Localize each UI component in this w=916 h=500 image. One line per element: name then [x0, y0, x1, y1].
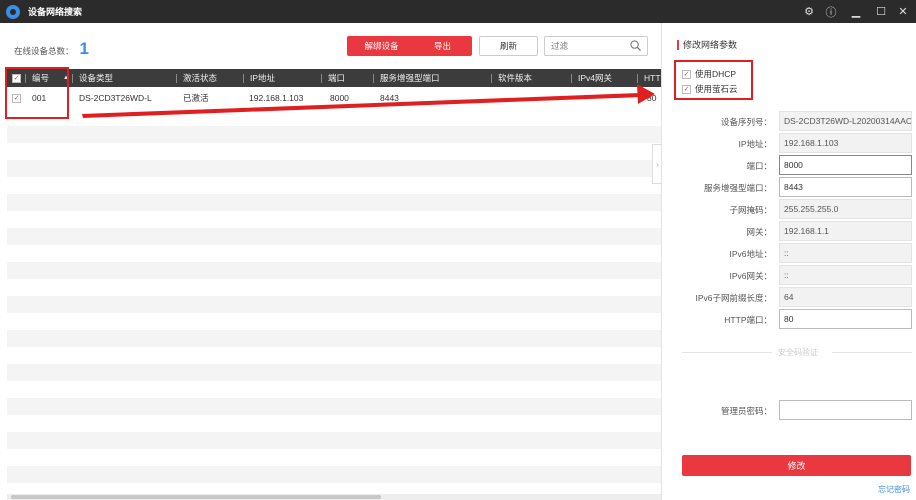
security-divider: 安全码验证 — [682, 347, 912, 358]
admin-password-label: 管理员密码： — [720, 406, 772, 416]
cell-status: 已激活 — [183, 93, 209, 103]
column-header-device-type[interactable]: 设备类型 — [72, 69, 113, 87]
panel-title: 修改网络参数 — [677, 38, 737, 51]
ipv6-prefix-field[interactable]: 64 — [779, 287, 912, 307]
cell-device-type: DS-2CD3T26WD-L — [79, 93, 152, 103]
column-header-status[interactable]: 激活状态 — [176, 69, 217, 87]
refresh-button[interactable]: 刷新 — [479, 36, 538, 56]
ip-label: IP地址： — [738, 139, 772, 149]
settings-icon[interactable]: ⚙ — [798, 0, 820, 23]
column-header-ip[interactable]: IP地址 — [243, 69, 275, 87]
gateway-label: 网关： — [746, 227, 772, 237]
minimize-icon[interactable]: ▁ — [842, 0, 870, 23]
maximize-icon[interactable]: ☐ — [870, 0, 892, 23]
ip-field[interactable]: 192.168.1.103 — [779, 133, 912, 153]
empty-rows — [7, 109, 661, 483]
column-header-port[interactable]: 端口 — [321, 69, 345, 87]
highlight-box-options — [674, 60, 753, 100]
info-icon[interactable]: ⓘ — [820, 0, 842, 23]
column-header-software-version[interactable]: 软件版本 — [491, 69, 532, 87]
cell-port: 8000 — [330, 93, 349, 103]
port-label: 端口： — [746, 161, 772, 171]
export-button[interactable]: 导出 — [413, 36, 472, 56]
serial-field: DS-2CD3T26WD-L20200314AACHE — [779, 111, 912, 131]
column-header-ipv4-gateway[interactable]: IPv4网关 — [571, 69, 612, 87]
ipv6-prefix-label: IPv6子网前缀长度： — [695, 293, 772, 303]
online-label: 在线设备总数： — [14, 46, 74, 56]
serial-label: 设备序列号： — [720, 117, 772, 127]
modify-button[interactable]: 修改 — [682, 455, 911, 476]
enhanced-port-label: 服务增强型端口： — [703, 183, 772, 193]
subnet-mask-label: 子网掩码： — [729, 205, 772, 215]
table-row[interactable]: ✓ 001 DS-2CD3T26WD-L 已激活 192.168.1.103 8… — [7, 87, 661, 109]
column-header-enhanced-port[interactable]: 服务增强型端口 — [373, 69, 440, 87]
table-header: ✓ 编号 ▲ 设备类型 激活状态 IP地址 端口 服务增强型端口 软件版本 IPv… — [7, 69, 666, 87]
online-count: 在线设备总数： 1 — [14, 39, 89, 58]
enhanced-port-field[interactable]: 8443 — [779, 177, 912, 197]
port-field[interactable]: 8000 — [779, 155, 912, 175]
subnet-mask-field[interactable]: 255.255.255.0 — [779, 199, 912, 219]
search-icon[interactable] — [630, 40, 641, 51]
device-table: ✓ 编号 ▲ 设备类型 激活状态 IP地址 端口 服务增强型端口 软件版本 IPv… — [7, 69, 666, 483]
close-icon[interactable]: ✕ — [892, 0, 914, 23]
cell-http: 80 — [647, 93, 657, 103]
search-box[interactable] — [544, 36, 648, 56]
highlight-box-row — [5, 67, 69, 119]
ipv6-address-label: IPv6地址： — [729, 249, 772, 259]
admin-password-field[interactable] — [779, 400, 912, 420]
online-count-value: 1 — [79, 39, 89, 58]
http-port-field[interactable]: 80 — [779, 309, 912, 329]
app-title: 设备网络搜索 — [28, 7, 83, 17]
app-logo-icon — [6, 4, 20, 19]
gateway-field[interactable]: 192.168.1.1 — [779, 221, 912, 241]
unbind-device-button[interactable]: 解绑设备 — [347, 36, 416, 56]
device-list-area: 在线设备总数： 1 解绑设备 导出 刷新 ✓ 编号▲ 设备类型 激活状态 IP地… — [0, 23, 666, 500]
ipv6-address-field[interactable]: :: — [779, 243, 912, 263]
window-controls: ⚙ ⓘ ▁ ☐ ✕ — [798, 0, 916, 23]
ipv6-gateway-label: IPv6网关： — [729, 271, 772, 281]
ipv6-gateway-field[interactable]: :: — [779, 265, 912, 285]
scrollbar-thumb[interactable] — [11, 495, 381, 499]
horizontal-scrollbar[interactable] — [7, 494, 661, 500]
forgot-password-link[interactable]: 忘记密码 — [878, 484, 910, 495]
security-label: 安全码验证 — [774, 347, 822, 358]
search-input[interactable] — [551, 37, 631, 55]
cell-enhanced-port: 8443 — [380, 93, 399, 103]
title-bar: 设备网络搜索 ⚙ ⓘ ▁ ☐ ✕ — [0, 0, 916, 23]
http-port-label: HTTP端口： — [724, 315, 772, 325]
cell-ip: 192.168.1.103 — [249, 93, 304, 103]
